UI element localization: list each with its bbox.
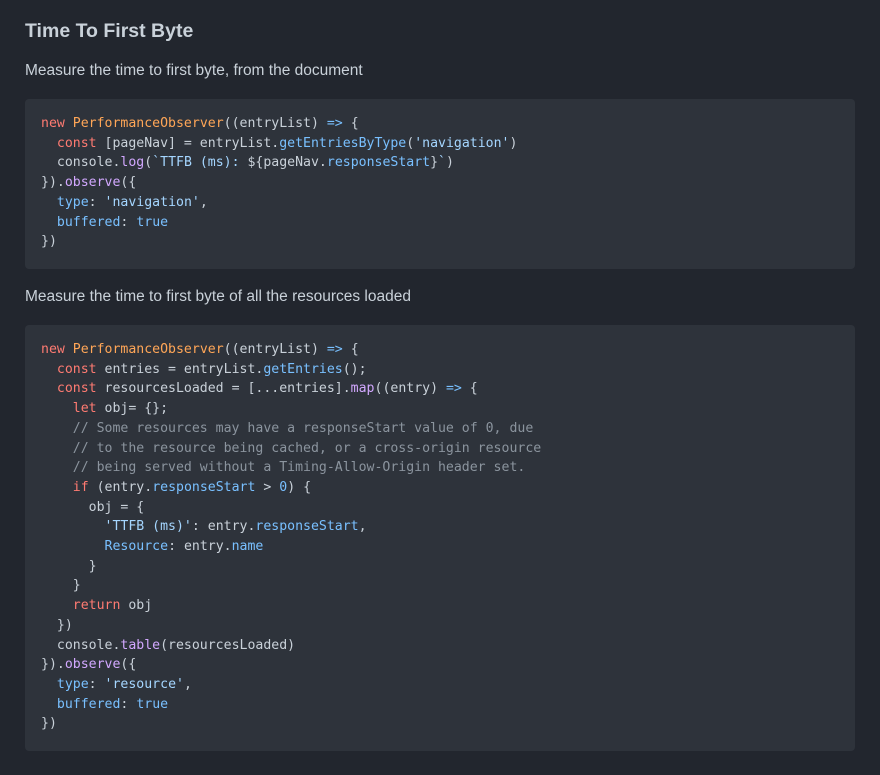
tok: => — [326, 116, 343, 131]
tok: type — [56, 676, 89, 692]
code-line: // to the resource being cached, or a cr… — [41, 441, 541, 456]
tok: const — [56, 381, 97, 397]
tok: true — [136, 214, 169, 230]
code-line: const [pageNav] = entryList.getEntriesBy… — [56, 135, 518, 151]
code-block-resources[interactable]: new PerformanceObserver((entryList) => {… — [25, 325, 855, 751]
tok: observe — [64, 175, 121, 191]
code-line: buffered: true — [56, 214, 169, 230]
tok: => — [326, 342, 343, 357]
tok: 'resource' — [104, 676, 184, 692]
documentation-page: Time To First Byte Measure the time to f… — [0, 0, 880, 775]
section-description-resources: Measure the time to first byte of all th… — [25, 288, 411, 305]
tok: => — [445, 381, 462, 397]
tok: map — [350, 381, 375, 397]
tok: new — [41, 342, 65, 357]
code-line: type: 'navigation', — [56, 194, 208, 210]
tok: // being served without a Timing-Allow-O… — [72, 460, 526, 476]
tok: responseStart — [152, 479, 256, 495]
tok: name — [231, 539, 264, 555]
tok: const — [56, 135, 97, 151]
tok: const — [56, 361, 97, 377]
tok: 'TTFB (ms)' — [104, 519, 192, 535]
code-line: const entries = entryList.getEntries(); — [56, 361, 367, 377]
tok: 'navigation' — [104, 194, 200, 210]
code-line: // being served without a Timing-Allow-O… — [41, 460, 526, 476]
code-line: buffered: true — [56, 696, 169, 712]
tok: if — [72, 479, 89, 495]
tok: buffered — [56, 696, 121, 712]
tok: getEntries — [263, 361, 343, 377]
code-line: }) — [41, 234, 57, 250]
tok: PerformanceObserver — [72, 116, 224, 131]
tok: return — [72, 598, 121, 614]
code-line: new PerformanceObserver((entryList) => { — [41, 116, 359, 131]
page-title: Time To First Byte — [25, 20, 194, 42]
code-text: new PerformanceObserver((entryList) => {… — [41, 114, 855, 252]
section-description-navigation: Measure the time to first byte, from the… — [25, 62, 363, 79]
tok: new — [41, 116, 65, 131]
tok: table — [120, 637, 161, 653]
tok: buffered — [56, 214, 121, 230]
code-line: } — [41, 578, 81, 594]
tok: `TTFB (ms): — [152, 155, 248, 171]
code-line: } — [41, 558, 97, 574]
tok: // to the resource being cached, or a cr… — [72, 440, 542, 456]
code-line: obj = { — [41, 499, 145, 515]
code-line: new PerformanceObserver((entryList) => { — [41, 342, 359, 357]
tok: let — [72, 401, 97, 417]
code-block-navigation[interactable]: new PerformanceObserver((entryList) => {… — [25, 99, 855, 269]
code-line: const resourcesLoaded = [...entries].map… — [56, 381, 478, 397]
code-line: }) — [41, 716, 57, 732]
code-line: let obj= {}; — [72, 401, 169, 417]
code-line: // Some resources may have a responseSta… — [41, 420, 534, 436]
tok: type — [56, 194, 89, 210]
tok: responseStart — [326, 155, 431, 171]
code-line: }).observe({ — [41, 657, 137, 673]
tok: 0 — [279, 479, 288, 495]
code-line: type: 'resource', — [56, 676, 192, 692]
code-text: new PerformanceObserver((entryList) => {… — [41, 340, 855, 734]
tok: // Some resources may have a responseSta… — [72, 420, 534, 436]
tok: true — [136, 696, 169, 712]
tok: 'navigation' — [414, 135, 510, 151]
tok: ` — [438, 155, 446, 171]
tok: observe — [64, 657, 121, 673]
code-line: console.table(resourcesLoaded) — [41, 637, 296, 653]
tok: PerformanceObserver — [72, 342, 224, 357]
tok: responseStart — [255, 519, 359, 535]
code-line: 'TTFB (ms)': entry.responseStart, — [104, 519, 367, 535]
code-line: if (entry.responseStart > 0) { — [72, 479, 312, 495]
tok: Resource — [104, 539, 169, 555]
code-line: }) — [41, 617, 73, 633]
tok: getEntriesByType — [279, 135, 407, 151]
code-line: console.log(`TTFB (ms): ${pageNav.respon… — [41, 155, 454, 171]
code-line: return obj — [72, 598, 153, 614]
code-line: }).observe({ — [41, 175, 137, 191]
code-line: Resource: entry.name — [104, 539, 264, 555]
tok: log — [120, 155, 145, 171]
